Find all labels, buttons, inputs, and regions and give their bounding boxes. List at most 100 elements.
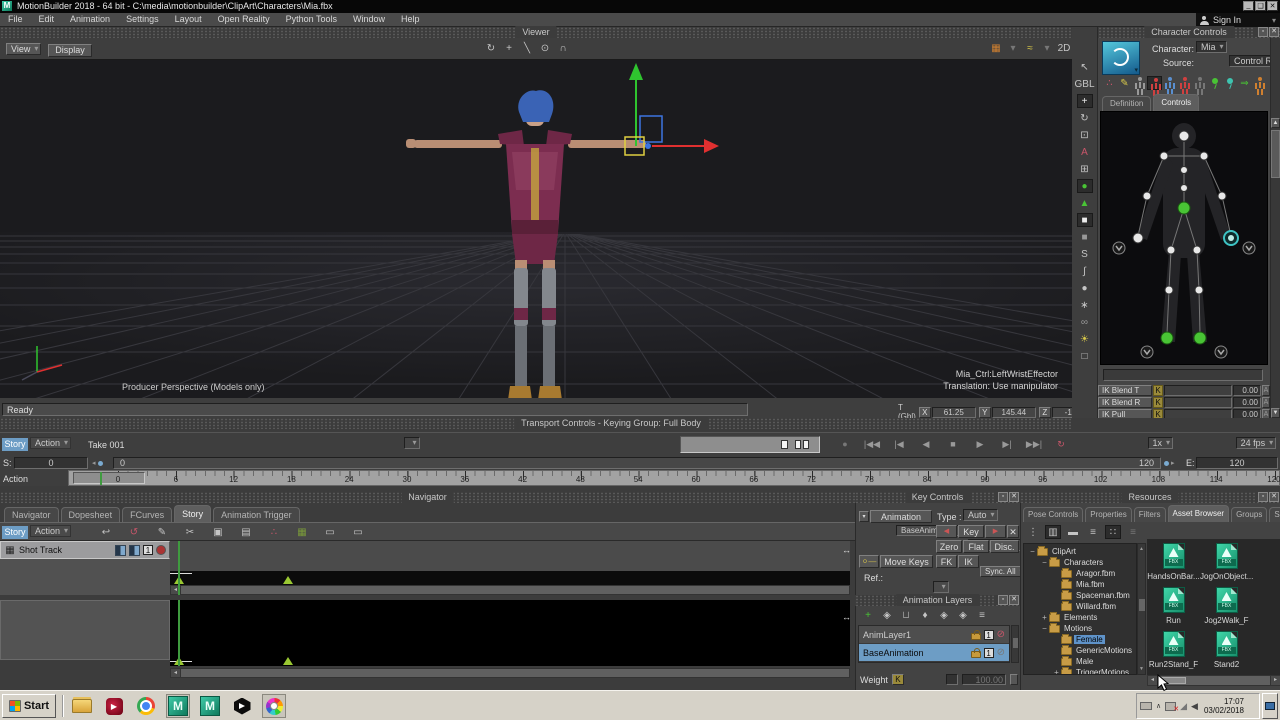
dock-icon[interactable]: ▫ — [1258, 492, 1268, 502]
transport-header[interactable]: Transport Controls - Keying Group: Full … — [0, 417, 1072, 429]
copy-icon[interactable]: ▣ — [210, 525, 226, 539]
layer-badge[interactable]: 1 — [983, 647, 994, 658]
coord-field[interactable]: X 61.25 — [918, 406, 976, 418]
action-mode-select[interactable]: Action — [30, 437, 72, 449]
ik-pin-icon[interactable]: ∫ — [1077, 264, 1093, 278]
ik-property-value[interactable]: 0.00 — [1233, 397, 1261, 408]
move-keys-button[interactable]: Move Keys — [880, 555, 933, 568]
playback-speed-select[interactable]: 1x — [1147, 437, 1174, 449]
story-lane2[interactable] — [170, 600, 850, 666]
loop-region-control[interactable] — [680, 436, 820, 453]
mute-icon[interactable]: ⊘ — [997, 629, 1005, 640]
resources-tab[interactable]: Sets — [1269, 507, 1280, 522]
navigator-tab[interactable]: Dopesheet — [60, 507, 121, 522]
ghost-icon[interactable]: ∴ — [266, 525, 282, 539]
timeline-ruler[interactable]: 0 6 12 18 24 30 36 42 48 54 60 66 72 78 84 90 96 102 108 11… — [68, 470, 1280, 486]
sign-in-button[interactable]: Sign In ▾ — [1196, 13, 1280, 27]
delete-key-button[interactable]: ✕ — [1007, 525, 1019, 538]
cube2-icon[interactable]: ■ — [1077, 230, 1093, 244]
menu-item[interactable]: Layout — [167, 13, 210, 26]
arc-icon[interactable]: ∩ — [555, 41, 571, 55]
scroll-down-icon[interactable]: ▼ — [1271, 408, 1280, 418]
pan-icon[interactable]: + — [501, 41, 517, 55]
marquee-icon[interactable]: □ — [1077, 349, 1093, 363]
resources-tab[interactable]: Properties — [1085, 507, 1132, 522]
menu-item[interactable]: Window — [345, 13, 393, 26]
undo-icon[interactable]: ↩ — [98, 525, 114, 539]
mute-icon[interactable]: ⊘ — [997, 647, 1005, 658]
character-gray-icon[interactable] — [1132, 76, 1147, 90]
translate-icon[interactable]: + — [1076, 94, 1093, 108]
layer-menu-icon[interactable]: ≡ — [974, 608, 990, 622]
record-story-icon[interactable]: ↺ — [126, 525, 142, 539]
tree-item[interactable]: + Elements — [1024, 611, 1136, 623]
zero-button[interactable]: Zero — [936, 540, 962, 553]
close-panel-icon[interactable]: ✕ — [1269, 27, 1279, 37]
zoom-icon[interactable]: ⊙ — [537, 41, 553, 55]
prev-frame-button[interactable]: ◀ — [917, 437, 935, 451]
app-colorful-icon[interactable] — [262, 694, 286, 718]
shot-view-toggle2-icon[interactable] — [129, 544, 140, 556]
pencil-icon[interactable]: ✎ — [1117, 76, 1132, 90]
record-button[interactable]: ● — [836, 437, 854, 451]
panel-resize-handle2-icon[interactable]: ↔ — [842, 612, 851, 622]
character-dim-icon[interactable] — [1192, 76, 1207, 90]
2d-mode-icon[interactable]: 2D — [1056, 41, 1072, 55]
gbl-mode-label[interactable]: GBL — [1075, 77, 1095, 91]
character-thumbnail[interactable]: ▾ — [1102, 41, 1140, 75]
loop-end-marker2[interactable] — [283, 657, 293, 665]
tree-view-icon[interactable]: ⋮ — [1025, 525, 1041, 539]
left-ankle-effector[interactable] — [1160, 331, 1174, 345]
key-flag-button[interactable]: K — [1153, 385, 1163, 396]
scrollbar-thumb[interactable] — [1271, 130, 1280, 178]
tree-expander-icon[interactable]: − — [1040, 624, 1049, 633]
play-button[interactable]: ▶ — [971, 437, 989, 451]
motionbuilder-icon[interactable]: M — [198, 694, 222, 718]
tree-item[interactable]: Male — [1024, 655, 1136, 667]
discontinuity-button[interactable]: Disc. — [990, 540, 1019, 553]
paste-icon[interactable]: ▤ — [238, 525, 254, 539]
trajectory-dropdown-icon[interactable]: ▾ — [1039, 41, 1055, 55]
restore-button[interactable]: ❑ — [1255, 1, 1266, 11]
story-action-select[interactable]: Action — [30, 525, 72, 537]
asset-item[interactable]: HandsOnBar... — [1147, 543, 1200, 587]
tree-expander-icon[interactable]: − — [1028, 547, 1037, 556]
line-icon[interactable]: ╲ — [519, 41, 535, 55]
merge-layer-icon[interactable]: ♦ — [917, 608, 933, 622]
close-button[interactable]: ✕ — [1267, 1, 1278, 11]
layer-row[interactable]: AnimLayer1 1 ⊘ — [859, 626, 1009, 644]
story-hscrollbar-1[interactable]: ◂ — [170, 585, 850, 595]
story-hscrollbar-2[interactable]: ◂ — [170, 668, 850, 678]
tree-item[interactable]: − Motions — [1024, 622, 1136, 634]
orbit-icon[interactable]: ↻ — [483, 41, 499, 55]
key-mode-icon[interactable]: ⚪— — [859, 555, 879, 568]
weight-key-button[interactable]: K — [891, 674, 904, 685]
animation-button[interactable]: Animation — [870, 510, 932, 523]
key-flag-button[interactable]: K — [1153, 397, 1163, 408]
asterisk-icon[interactable]: ∗ — [1077, 298, 1093, 312]
character-orange-icon[interactable] — [1252, 76, 1267, 90]
sphere-icon[interactable]: ● — [1076, 179, 1093, 193]
in-marker-icon[interactable] — [781, 440, 788, 449]
resources-header[interactable]: Resources ▫ ✕ — [1020, 491, 1280, 503]
layers-scrollbar[interactable] — [1011, 625, 1019, 663]
dock-icon[interactable]: ▫ — [998, 595, 1008, 605]
ik-property-value[interactable]: 0.00 — [1233, 385, 1261, 396]
display-mode-dropdown-icon[interactable]: ▾ — [1005, 41, 1021, 55]
story-mode-chip[interactable]: Story — [2, 438, 28, 451]
signal-icon[interactable]: ◢ — [1180, 701, 1187, 712]
geometry-icon[interactable]: ● — [1077, 281, 1093, 295]
network-disconnected-icon[interactable] — [1165, 701, 1179, 713]
resources-tab[interactable]: Asset Browser — [1167, 505, 1230, 522]
cone-icon[interactable]: ▲ — [1077, 196, 1093, 210]
tray-expand-icon[interactable]: ∧ — [1156, 702, 1161, 710]
tree-expander-icon[interactable]: + — [1040, 613, 1049, 622]
ref-select[interactable] — [932, 581, 949, 593]
asset-item[interactable]: Run — [1147, 587, 1200, 631]
timeline-range-bar[interactable]: 0 120 — [113, 457, 1161, 469]
split-view-icon[interactable]: ▬ — [1065, 525, 1081, 539]
fps-select[interactable]: 24 fps — [1235, 437, 1277, 449]
character-ctrlrig-icon[interactable] — [1147, 76, 1162, 90]
close-panel-icon[interactable]: ✕ — [1269, 492, 1279, 502]
out-marker-icon[interactable] — [795, 440, 801, 449]
